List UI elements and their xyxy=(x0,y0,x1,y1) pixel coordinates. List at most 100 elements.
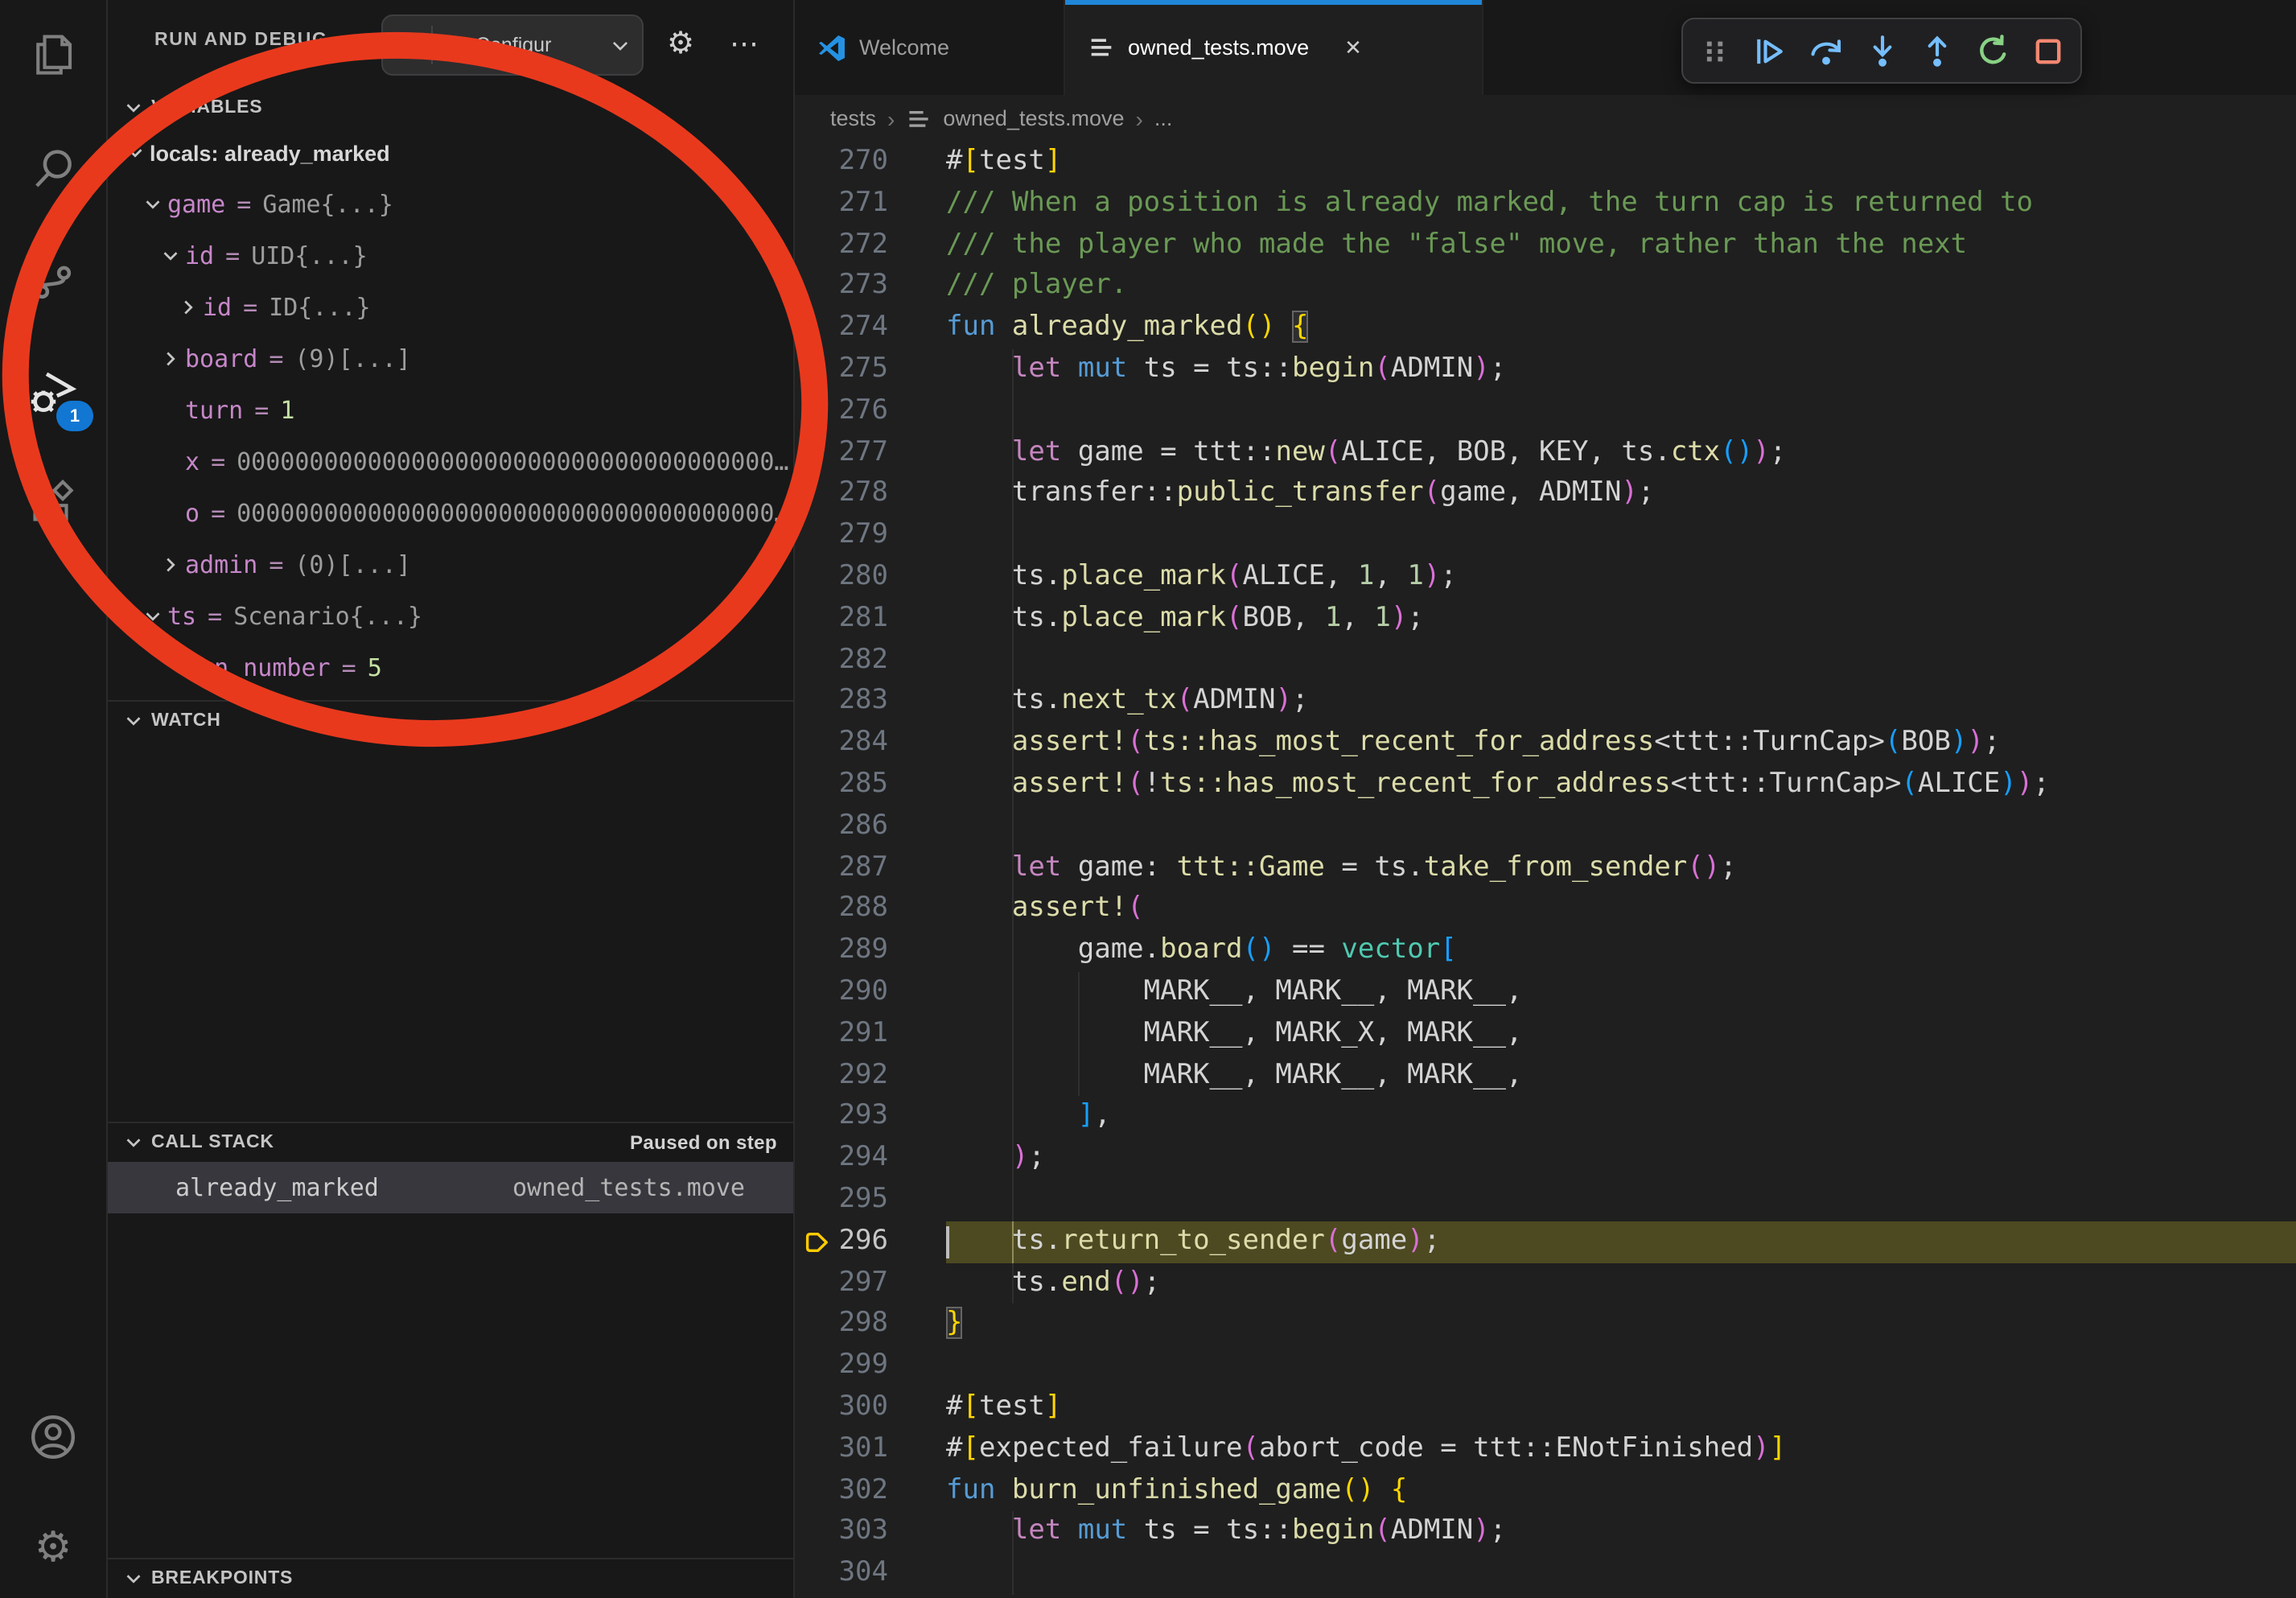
code-line[interactable]: 281 ts.place_mark(BOB, 1, 1); xyxy=(795,599,2296,640)
breadcrumb-symbol[interactable]: ... xyxy=(1154,106,1173,130)
watch-section-header[interactable]: WATCH xyxy=(108,700,793,740)
gutter[interactable]: 272 xyxy=(795,224,946,266)
gutter[interactable]: 295 xyxy=(795,1180,946,1221)
line-number[interactable]: 282 xyxy=(839,640,946,682)
debug-config-dropdown[interactable]: No Configur xyxy=(381,14,644,76)
line-number[interactable]: 294 xyxy=(839,1138,946,1180)
variable-row[interactable]: game=Game{...} xyxy=(108,179,793,230)
gutter[interactable]: 296 xyxy=(795,1221,946,1262)
code-line[interactable]: 297 ts.end(); xyxy=(795,1262,2296,1304)
gutter[interactable]: 301 xyxy=(795,1428,946,1470)
line-number[interactable]: 285 xyxy=(839,764,946,806)
gutter[interactable]: 277 xyxy=(795,432,946,474)
toolbar-drag-handle[interactable] xyxy=(1690,25,1738,76)
code-line[interactable]: 295 xyxy=(795,1180,2296,1221)
explorer-icon[interactable] xyxy=(0,13,106,97)
code-line[interactable]: 286 xyxy=(795,806,2296,848)
gutter[interactable]: 293 xyxy=(795,1097,946,1139)
variables-section-header[interactable]: VARIABLES xyxy=(108,89,793,127)
variable-row[interactable]: turn=1 xyxy=(108,385,793,436)
chevron-down-icon[interactable] xyxy=(156,246,185,266)
chevron-right-icon[interactable] xyxy=(156,555,185,575)
search-icon[interactable] xyxy=(0,127,106,211)
code-line[interactable]: 287 let game: ttt::Game = ts.take_from_s… xyxy=(795,847,2296,889)
debug-settings-gear-icon[interactable]: ⚙ xyxy=(660,14,702,72)
chevron-down-icon[interactable] xyxy=(138,607,167,626)
gutter[interactable]: 290 xyxy=(795,972,946,1014)
tab-owned-tests-move[interactable]: owned_tests.move ✕ xyxy=(1065,0,1483,95)
gutter[interactable]: 287 xyxy=(795,847,946,889)
variable-row[interactable]: admin=(0)[...] xyxy=(108,539,793,591)
code-line[interactable]: 275 let mut ts = ts::begin(ADMIN); xyxy=(795,349,2296,391)
gutter[interactable]: 283 xyxy=(795,682,946,723)
code-line[interactable]: 304 xyxy=(795,1553,2296,1595)
line-number[interactable]: 288 xyxy=(839,889,946,931)
line-number[interactable]: 300 xyxy=(839,1387,946,1429)
stop-button[interactable] xyxy=(2025,25,2073,76)
line-number[interactable]: 295 xyxy=(839,1180,946,1221)
line-number[interactable]: 280 xyxy=(839,557,946,599)
code-line[interactable]: 303 let mut ts = ts::begin(ADMIN); xyxy=(795,1512,2296,1554)
start-debug-icon[interactable] xyxy=(383,31,431,59)
gutter[interactable]: 291 xyxy=(795,1013,946,1055)
account-icon[interactable] xyxy=(0,1395,106,1479)
code-line[interactable]: 289 game.board() == vector[ xyxy=(795,930,2296,972)
line-number[interactable]: 276 xyxy=(839,391,946,433)
line-number[interactable]: 289 xyxy=(839,930,946,972)
code-line[interactable]: 276 xyxy=(795,391,2296,433)
gutter[interactable]: 298 xyxy=(795,1304,946,1346)
line-number[interactable]: 290 xyxy=(839,972,946,1014)
gutter[interactable]: 303 xyxy=(795,1512,946,1554)
chevron-right-icon[interactable] xyxy=(156,349,185,369)
line-number[interactable]: 279 xyxy=(839,515,946,557)
gutter[interactable]: 271 xyxy=(795,183,946,225)
gutter[interactable]: 286 xyxy=(795,806,946,848)
code-line[interactable]: 282 xyxy=(795,640,2296,682)
gutter[interactable]: 300 xyxy=(795,1387,946,1429)
run-and-debug-icon[interactable]: 1 xyxy=(0,351,106,435)
call-stack-frame[interactable]: already_marked owned_tests.move xyxy=(108,1162,793,1213)
line-number[interactable]: 302 xyxy=(839,1470,946,1512)
line-number[interactable]: 286 xyxy=(839,806,946,848)
line-number[interactable]: 271 xyxy=(839,183,946,225)
line-number[interactable]: 296 xyxy=(839,1221,946,1262)
code-line[interactable]: 283 ts.next_tx(ADMIN); xyxy=(795,682,2296,723)
line-number[interactable]: 283 xyxy=(839,682,946,723)
line-number[interactable]: 277 xyxy=(839,432,946,474)
variable-row[interactable]: txn_number=5 xyxy=(108,642,793,694)
tab-welcome[interactable]: Welcome xyxy=(795,0,1065,95)
code-line[interactable]: 284 assert!(ts::has_most_recent_for_addr… xyxy=(795,723,2296,764)
gutter[interactable]: 270 xyxy=(795,142,946,183)
line-number[interactable]: 291 xyxy=(839,1013,946,1055)
code-line[interactable]: 292 MARK__, MARK__, MARK__, xyxy=(795,1055,2296,1097)
variable-row[interactable]: locals: already_marked xyxy=(108,127,793,179)
line-number[interactable]: 274 xyxy=(839,307,946,349)
line-number[interactable]: 287 xyxy=(839,847,946,889)
code-line[interactable]: 300#[test] xyxy=(795,1387,2296,1429)
code-line[interactable]: 278 transfer::public_transfer(game, ADMI… xyxy=(795,474,2296,516)
code-line[interactable]: 271/// When a position is already marked… xyxy=(795,183,2296,225)
line-number[interactable]: 301 xyxy=(839,1428,946,1470)
code-line[interactable]: 298} xyxy=(795,1304,2296,1346)
line-number[interactable]: 304 xyxy=(839,1553,946,1595)
current-code-line[interactable]: 296 ts.return_to_sender(game); xyxy=(795,1221,2296,1262)
line-number[interactable]: 293 xyxy=(839,1097,946,1139)
line-number[interactable]: 299 xyxy=(839,1345,946,1387)
chevron-down-icon[interactable] xyxy=(121,143,150,163)
restart-button[interactable] xyxy=(1969,25,2018,76)
step-out-button[interactable] xyxy=(1913,25,1961,76)
code-line[interactable]: 285 assert!(!ts::has_most_recent_for_add… xyxy=(795,764,2296,806)
gutter[interactable]: 278 xyxy=(795,474,946,516)
code-line[interactable]: 299 xyxy=(795,1345,2296,1387)
gutter[interactable]: 292 xyxy=(795,1055,946,1097)
gutter[interactable]: 275 xyxy=(795,349,946,391)
gutter[interactable]: 280 xyxy=(795,557,946,599)
close-icon[interactable]: ✕ xyxy=(1344,35,1362,60)
continue-button[interactable] xyxy=(1747,25,1795,76)
code-line[interactable]: 270#[test] xyxy=(795,142,2296,183)
code-line[interactable]: 277 let game = ttt::new(ALICE, BOB, KEY,… xyxy=(795,432,2296,474)
line-number[interactable]: 284 xyxy=(839,723,946,764)
code-line[interactable]: 288 assert!( xyxy=(795,889,2296,931)
breadcrumb-tests[interactable]: tests xyxy=(830,106,876,130)
line-number[interactable]: 298 xyxy=(839,1304,946,1346)
